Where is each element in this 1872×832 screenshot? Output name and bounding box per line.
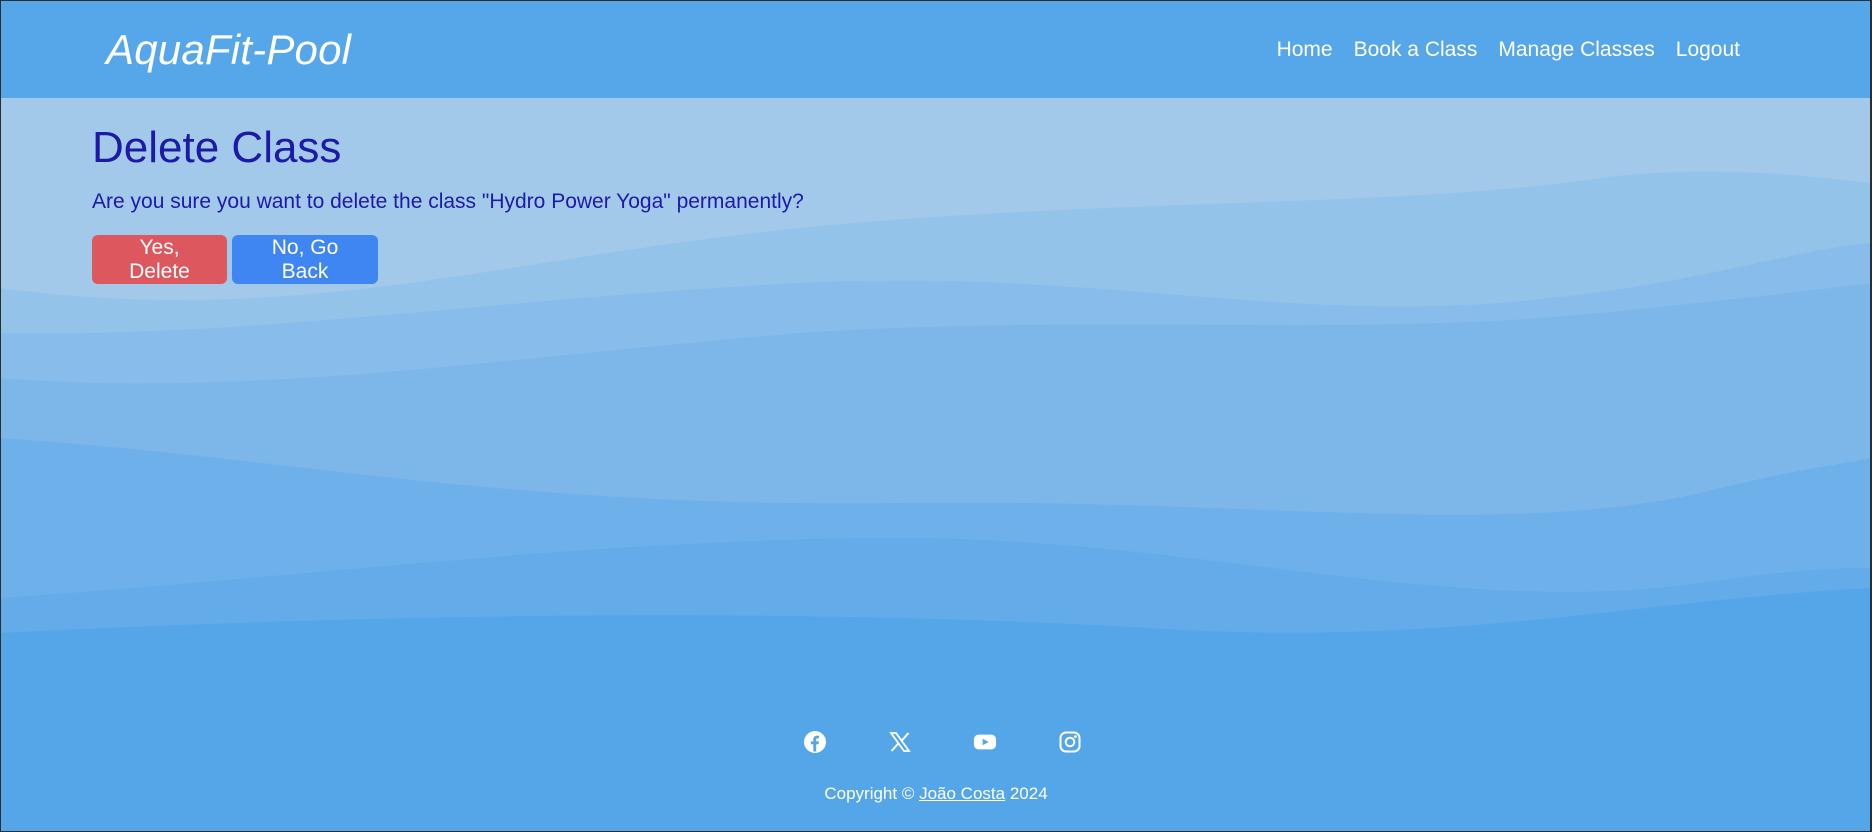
nav-book-a-class[interactable]: Book a Class (1354, 37, 1478, 63)
copyright-prefix: Copyright © (824, 784, 915, 803)
copyright-line: Copyright © João Costa 2024 (0, 784, 1872, 804)
social-links (12, 730, 1872, 754)
nav-home[interactable]: Home (1277, 37, 1333, 63)
no-go-back-button[interactable]: No, Go Back (232, 235, 378, 284)
footer: Copyright © João Costa 2024 (0, 730, 1872, 804)
nav-manage-classes[interactable]: Manage Classes (1498, 37, 1654, 63)
page-title: Delete Class (92, 123, 342, 172)
youtube-icon[interactable] (973, 730, 997, 754)
yes-delete-button[interactable]: Yes, Delete (92, 235, 227, 284)
x-icon[interactable] (888, 730, 912, 754)
instagram-icon[interactable] (1058, 730, 1082, 754)
nav-logout[interactable]: Logout (1676, 37, 1740, 63)
copyright-year: 2024 (1009, 784, 1048, 803)
delete-class-panel: Delete Class Are you sure you want to de… (92, 122, 804, 284)
top-navbar: AquaFit-Pool Home Book a Class Manage Cl… (0, 0, 1872, 98)
author-link[interactable]: João Costa (919, 784, 1005, 803)
brand-logo[interactable]: AquaFit-Pool (106, 24, 351, 76)
confirmation-message: Are you sure you want to delete the clas… (92, 190, 804, 213)
confirm-actions: Yes, Delete No, Go Back (92, 235, 804, 284)
facebook-icon[interactable] (803, 730, 827, 754)
main-nav: Home Book a Class Manage Classes Logout (1277, 37, 1740, 63)
